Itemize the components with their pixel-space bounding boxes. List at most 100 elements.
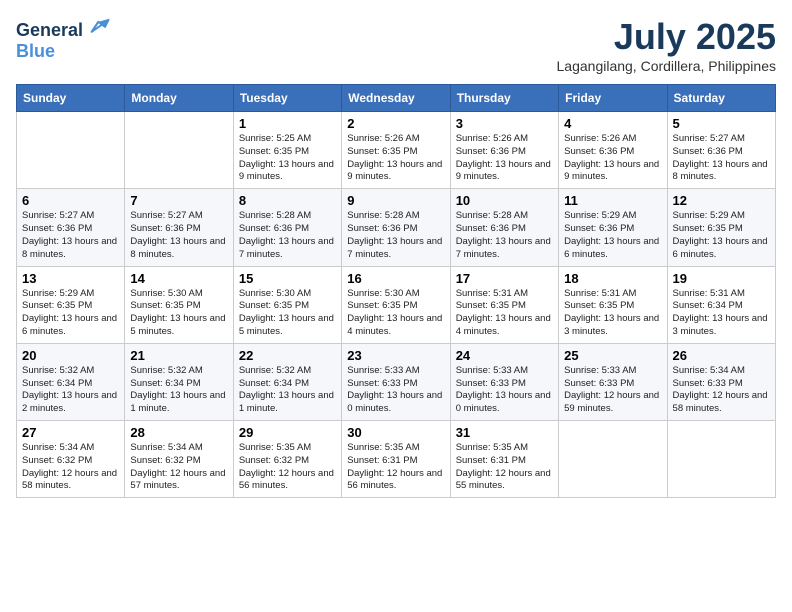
cell-info: Sunrise: 5:27 AM Sunset: 6:36 PM Dayligh…: [130, 210, 227, 261]
cell-info: Sunrise: 5:32 AM Sunset: 6:34 PM Dayligh…: [130, 365, 227, 416]
date-number: 12: [673, 193, 770, 208]
date-number: 23: [347, 348, 444, 363]
cell-info: Sunrise: 5:28 AM Sunset: 6:36 PM Dayligh…: [347, 210, 444, 261]
date-number: 10: [456, 193, 553, 208]
logo-text: General: [16, 16, 110, 41]
empty-cell: [17, 112, 125, 189]
day-header-saturday: Saturday: [667, 85, 775, 112]
cell-info: Sunrise: 5:31 AM Sunset: 6:34 PM Dayligh…: [673, 288, 770, 339]
calendar-day-1: 1 Sunrise: 5:25 AM Sunset: 6:35 PM Daylig…: [233, 112, 341, 189]
calendar-day-17: 17 Sunrise: 5:31 AM Sunset: 6:35 PM Dayli…: [450, 266, 558, 343]
cell-info: Sunrise: 5:29 AM Sunset: 6:36 PM Dayligh…: [564, 210, 661, 261]
cell-info: Sunrise: 5:34 AM Sunset: 6:32 PM Dayligh…: [22, 442, 119, 493]
cell-info: Sunrise: 5:31 AM Sunset: 6:35 PM Dayligh…: [564, 288, 661, 339]
cell-info: Sunrise: 5:35 AM Sunset: 6:32 PM Dayligh…: [239, 442, 336, 493]
cell-info: Sunrise: 5:27 AM Sunset: 6:36 PM Dayligh…: [673, 133, 770, 184]
calendar-day-18: 18 Sunrise: 5:31 AM Sunset: 6:35 PM Dayli…: [559, 266, 667, 343]
cell-info: Sunrise: 5:25 AM Sunset: 6:35 PM Dayligh…: [239, 133, 336, 184]
date-number: 24: [456, 348, 553, 363]
location: Lagangilang, Cordillera, Philippines: [557, 58, 776, 74]
calendar-day-4: 4 Sunrise: 5:26 AM Sunset: 6:36 PM Daylig…: [559, 112, 667, 189]
date-number: 26: [673, 348, 770, 363]
calendar-day-27: 27 Sunrise: 5:34 AM Sunset: 6:32 PM Dayli…: [17, 421, 125, 498]
cell-info: Sunrise: 5:32 AM Sunset: 6:34 PM Dayligh…: [239, 365, 336, 416]
date-number: 16: [347, 271, 444, 286]
cell-info: Sunrise: 5:30 AM Sunset: 6:35 PM Dayligh…: [347, 288, 444, 339]
date-number: 27: [22, 425, 119, 440]
title-block: July 2025 Lagangilang, Cordillera, Phili…: [557, 16, 776, 74]
date-number: 17: [456, 271, 553, 286]
calendar-day-23: 23Sunrise: 5:33 AM Sunset: 6:33 PM Dayli…: [342, 343, 450, 420]
day-header-tuesday: Tuesday: [233, 85, 341, 112]
calendar-day-24: 24 Sunrise: 5:33 AM Sunset: 6:33 PM Dayli…: [450, 343, 558, 420]
cell-info: Sunrise: 5:31 AM Sunset: 6:35 PM Dayligh…: [456, 288, 553, 339]
calendar-day-21: 21 Sunrise: 5:32 AM Sunset: 6:34 PM Dayli…: [125, 343, 233, 420]
date-number: 21: [130, 348, 227, 363]
calendar-day-9: 9 Sunrise: 5:28 AM Sunset: 6:36 PM Daylig…: [342, 189, 450, 266]
cell-info: Sunrise: 5:35 AM Sunset: 6:31 PM Dayligh…: [347, 442, 444, 493]
calendar-day-25: 25 Sunrise: 5:33 AM Sunset: 6:33 PM Dayli…: [559, 343, 667, 420]
calendar-day-13: 13 Sunrise: 5:29 AM Sunset: 6:35 PM Dayli…: [17, 266, 125, 343]
date-number: 18: [564, 271, 661, 286]
date-number: 30: [347, 425, 444, 440]
calendar-day-26: 26 Sunrise: 5:34 AM Sunset: 6:33 PM Dayli…: [667, 343, 775, 420]
date-number: 29: [239, 425, 336, 440]
page-header: General Blue July 2025 Lagangilang, Cord…: [16, 16, 776, 74]
calendar-day-10: 10 Sunrise: 5:28 AM Sunset: 6:36 PM Dayli…: [450, 189, 558, 266]
day-header-monday: Monday: [125, 85, 233, 112]
calendar-day-14: 14 Sunrise: 5:30 AM Sunset: 6:35 PM Dayli…: [125, 266, 233, 343]
cell-info: Sunrise: 5:30 AM Sunset: 6:35 PM Dayligh…: [239, 288, 336, 339]
logo-blue: Blue: [16, 41, 110, 62]
date-number: 25: [564, 348, 661, 363]
date-number: 9: [347, 193, 444, 208]
calendar-day-29: 29 Sunrise: 5:35 AM Sunset: 6:32 PM Dayli…: [233, 421, 341, 498]
day-header-sunday: Sunday: [17, 85, 125, 112]
cell-info: Sunrise: 5:30 AM Sunset: 6:35 PM Dayligh…: [130, 288, 227, 339]
cell-info: Sunrise: 5:26 AM Sunset: 6:35 PM Dayligh…: [347, 133, 444, 184]
calendar-day-22: 22 Sunrise: 5:32 AM Sunset: 6:34 PM Dayli…: [233, 343, 341, 420]
date-number: 15: [239, 271, 336, 286]
cell-info: Sunrise: 5:27 AM Sunset: 6:36 PM Dayligh…: [22, 210, 119, 261]
date-number: 14: [130, 271, 227, 286]
calendar-day-7: 7 Sunrise: 5:27 AM Sunset: 6:36 PM Daylig…: [125, 189, 233, 266]
logo: General Blue: [16, 16, 110, 62]
cell-info: Sunrise: 5:29 AM Sunset: 6:35 PM Dayligh…: [22, 288, 119, 339]
calendar-day-8: 8 Sunrise: 5:28 AM Sunset: 6:36 PM Daylig…: [233, 189, 341, 266]
cell-info: Sunrise: 5:26 AM Sunset: 6:36 PM Dayligh…: [564, 133, 661, 184]
date-number: 19: [673, 271, 770, 286]
date-number: 22: [239, 348, 336, 363]
empty-cell: [667, 421, 775, 498]
day-header-thursday: Thursday: [450, 85, 558, 112]
date-number: 1: [239, 116, 336, 131]
calendar-day-16: 16 Sunrise: 5:30 AM Sunset: 6:35 PM Dayli…: [342, 266, 450, 343]
date-number: 8: [239, 193, 336, 208]
cell-info: Sunrise: 5:33 AM Sunset: 6:33 PM Dayligh…: [564, 365, 661, 416]
calendar-day-30: 30 Sunrise: 5:35 AM Sunset: 6:31 PM Dayli…: [342, 421, 450, 498]
date-number: 2: [347, 116, 444, 131]
calendar-table: SundayMondayTuesdayWednesdayThursdayFrid…: [16, 84, 776, 498]
empty-cell: [125, 112, 233, 189]
date-number: 3: [456, 116, 553, 131]
date-number: 6: [22, 193, 119, 208]
cell-info: Sunrise: 5:35 AM Sunset: 6:31 PM Dayligh…: [456, 442, 553, 493]
cell-info: Sunrise: 5:34 AM Sunset: 6:33 PM Dayligh…: [673, 365, 770, 416]
day-header-wednesday: Wednesday: [342, 85, 450, 112]
date-number: 5: [673, 116, 770, 131]
day-header-friday: Friday: [559, 85, 667, 112]
date-number: 31: [456, 425, 553, 440]
cell-info: Sunrise: 5:33 AM Sunset: 6:33 PM Dayligh…: [456, 365, 553, 416]
calendar-day-12: 12 Sunrise: 5:29 AM Sunset: 6:35 PM Dayli…: [667, 189, 775, 266]
cell-info: Sunrise: 5:28 AM Sunset: 6:36 PM Dayligh…: [456, 210, 553, 261]
date-number: 28: [130, 425, 227, 440]
date-number: 4: [564, 116, 661, 131]
date-number: 7: [130, 193, 227, 208]
calendar-day-5: 5 Sunrise: 5:27 AM Sunset: 6:36 PM Daylig…: [667, 112, 775, 189]
calendar-day-15: 15 Sunrise: 5:30 AM Sunset: 6:35 PM Dayli…: [233, 266, 341, 343]
calendar-day-28: 28Sunrise: 5:34 AM Sunset: 6:32 PM Dayli…: [125, 421, 233, 498]
cell-info: Sunrise: 5:28 AM Sunset: 6:36 PM Dayligh…: [239, 210, 336, 261]
calendar-day-2: 2 Sunrise: 5:26 AM Sunset: 6:35 PM Daylig…: [342, 112, 450, 189]
date-number: 13: [22, 271, 119, 286]
calendar-day-3: 3Sunrise: 5:26 AM Sunset: 6:36 PM Daylig…: [450, 112, 558, 189]
cell-info: Sunrise: 5:29 AM Sunset: 6:35 PM Dayligh…: [673, 210, 770, 261]
calendar-day-19: 19 Sunrise: 5:31 AM Sunset: 6:34 PM Dayli…: [667, 266, 775, 343]
